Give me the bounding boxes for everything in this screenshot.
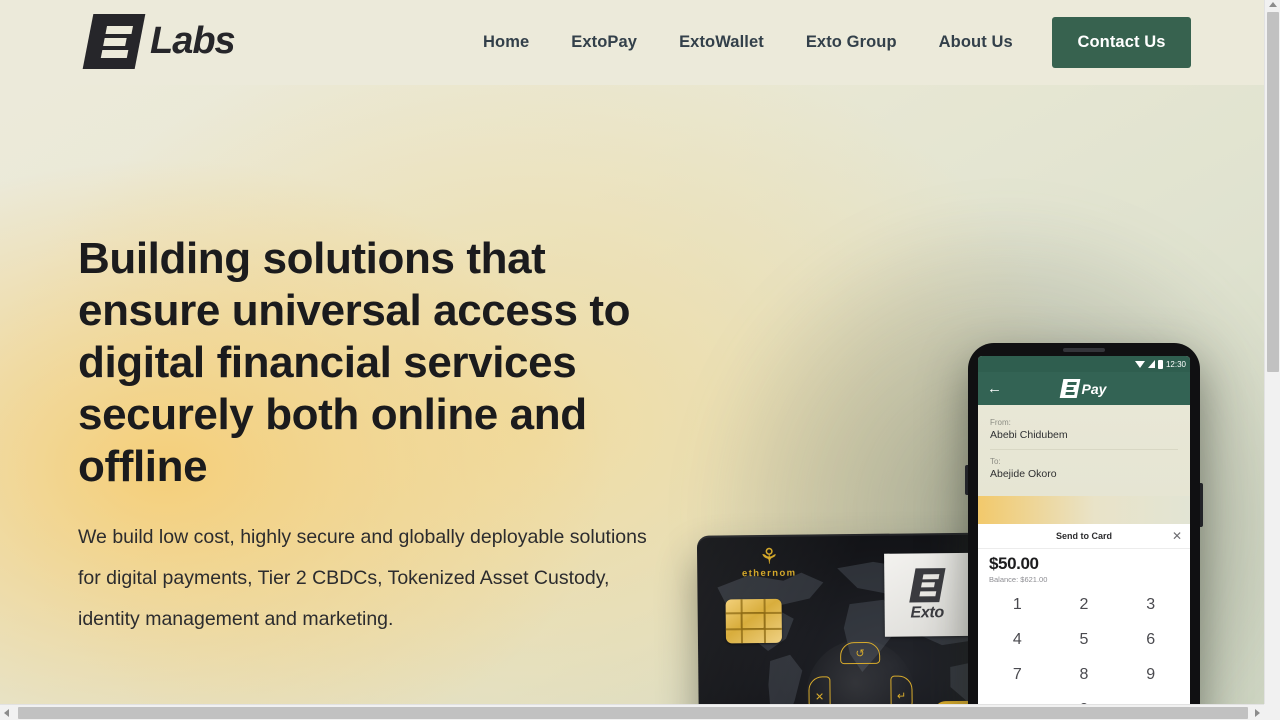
dpad-up-button[interactable]: ↺ <box>839 641 881 665</box>
scrollbar-corner <box>1264 704 1280 720</box>
exto-display-label: Exto <box>910 603 945 621</box>
nav-item-exto-group[interactable]: Exto Group <box>785 33 918 52</box>
ethernom-wordmark: ethernom <box>741 567 797 580</box>
app-bar: ← Pay <box>978 372 1190 405</box>
scroll-left-icon[interactable] <box>4 708 9 717</box>
contact-us-button[interactable]: Contact Us <box>1052 17 1191 68</box>
transfer-fields: From: Abebi Chidubem To: Abejide Okoro <box>978 405 1190 496</box>
vertical-scrollbar-thumb[interactable] <box>1267 12 1279 372</box>
browser-viewport: Labs Home ExtoPay ExtoWallet Exto Group … <box>0 0 1264 704</box>
page-content: Labs Home ExtoPay ExtoWallet Exto Group … <box>0 0 1264 704</box>
field-to[interactable]: To: Abejide Okoro <box>990 449 1178 488</box>
balance-label: Balance: $621.00 <box>989 575 1048 584</box>
phone-screen: 12:30 ← Pay From: Abebi Chidubem To: Abe… <box>978 356 1190 704</box>
emv-chip-icon <box>725 598 782 644</box>
key-4[interactable]: 4 <box>984 624 1051 656</box>
page-title: Building solutions that ensure universal… <box>78 234 631 491</box>
numeric-keypad: 1 2 3 4 5 6 7 8 9 . 0 ⌫ <box>978 586 1190 704</box>
key-2[interactable]: 2 <box>1051 589 1118 621</box>
key-7[interactable]: 7 <box>984 659 1051 691</box>
epay-brand: Pay <box>1059 379 1107 398</box>
scroll-right-icon[interactable] <box>1255 708 1260 717</box>
key-0[interactable]: 0 <box>1051 694 1118 704</box>
nav-item-home[interactable]: Home <box>462 33 550 52</box>
vertical-scrollbar[interactable] <box>1264 0 1280 704</box>
status-bar-time: 12:30 <box>1165 359 1186 369</box>
field-to-label: To: <box>990 457 1001 466</box>
close-icon[interactable]: ✕ <box>1172 529 1182 543</box>
nav-item-extowallet[interactable]: ExtoWallet <box>658 33 785 52</box>
key-8[interactable]: 8 <box>1051 659 1118 691</box>
ethernom-branding: ⚘ ethernom <box>733 543 805 580</box>
field-from-label: From: <box>990 418 1011 427</box>
epay-brand-word: Pay <box>1081 380 1107 397</box>
phone-volume-button[interactable] <box>965 465 968 495</box>
hero-subcopy: We build low cost, highly secure and glo… <box>78 526 647 630</box>
phone-status-bar: 12:30 <box>978 356 1190 372</box>
card-eink-display: Exto <box>884 552 970 637</box>
horizontal-scrollbar[interactable] <box>0 704 1264 720</box>
battery-icon <box>1157 359 1163 369</box>
sheet-header: Send to Card ✕ <box>978 524 1190 549</box>
nav-item-about-us[interactable]: About Us <box>918 33 1034 52</box>
signal-icon <box>1147 360 1155 368</box>
exto-logo-e-icon <box>908 567 946 602</box>
field-gradient-filler <box>978 496 1190 524</box>
sheet-title: Send to Card <box>1055 531 1112 541</box>
key-backspace[interactable]: ⌫ <box>1117 694 1184 704</box>
amount-block: $50.00 Balance: $621.00 <box>978 549 1190 586</box>
key-5[interactable]: 5 <box>1051 624 1118 656</box>
hero-section: Building solutions that ensure universal… <box>0 85 1264 704</box>
key-decimal[interactable]: . <box>984 694 1051 704</box>
main-navigation: Home ExtoPay ExtoWallet Exto Group About… <box>462 0 1034 85</box>
phone-earpiece <box>1063 348 1105 352</box>
key-3[interactable]: 3 <box>1117 589 1184 621</box>
field-to-value: Abejide Okoro <box>990 468 1057 480</box>
site-header: Labs Home ExtoPay ExtoWallet Exto Group … <box>0 0 1264 85</box>
horizontal-scrollbar-thumb[interactable] <box>18 707 1248 719</box>
phone-mockup: 12:30 ← Pay From: Abebi Chidubem To: Abe… <box>965 343 1203 704</box>
field-from[interactable]: From: Abebi Chidubem <box>990 411 1178 449</box>
amount-value: $50.00 <box>989 554 1039 573</box>
dpad-cancel-button[interactable]: ✕ <box>808 676 831 704</box>
nav-item-extopay[interactable]: ExtoPay <box>550 33 658 52</box>
send-to-card-sheet: Send to Card ✕ $50.00 Balance: $621.00 1… <box>978 524 1190 704</box>
card-dpad: ↺ ✕ ↵ <box>805 639 916 704</box>
epay-logo-e-icon <box>1059 379 1081 398</box>
back-arrow-icon[interactable]: ← <box>987 380 1002 397</box>
elabs-logo[interactable]: Labs <box>82 14 236 69</box>
elabs-logo-word: Labs <box>150 20 236 62</box>
key-1[interactable]: 1 <box>984 589 1051 621</box>
scroll-up-icon[interactable] <box>1268 2 1277 7</box>
phone-power-button[interactable] <box>1200 483 1203 527</box>
ethernom-fingerprint-icon: ⚘ <box>759 543 780 570</box>
key-9[interactable]: 9 <box>1117 659 1184 691</box>
elabs-logo-e-icon <box>82 14 146 69</box>
key-6[interactable]: 6 <box>1117 624 1184 656</box>
field-from-value: Abebi Chidubem <box>990 429 1068 441</box>
wifi-icon <box>1134 360 1145 368</box>
